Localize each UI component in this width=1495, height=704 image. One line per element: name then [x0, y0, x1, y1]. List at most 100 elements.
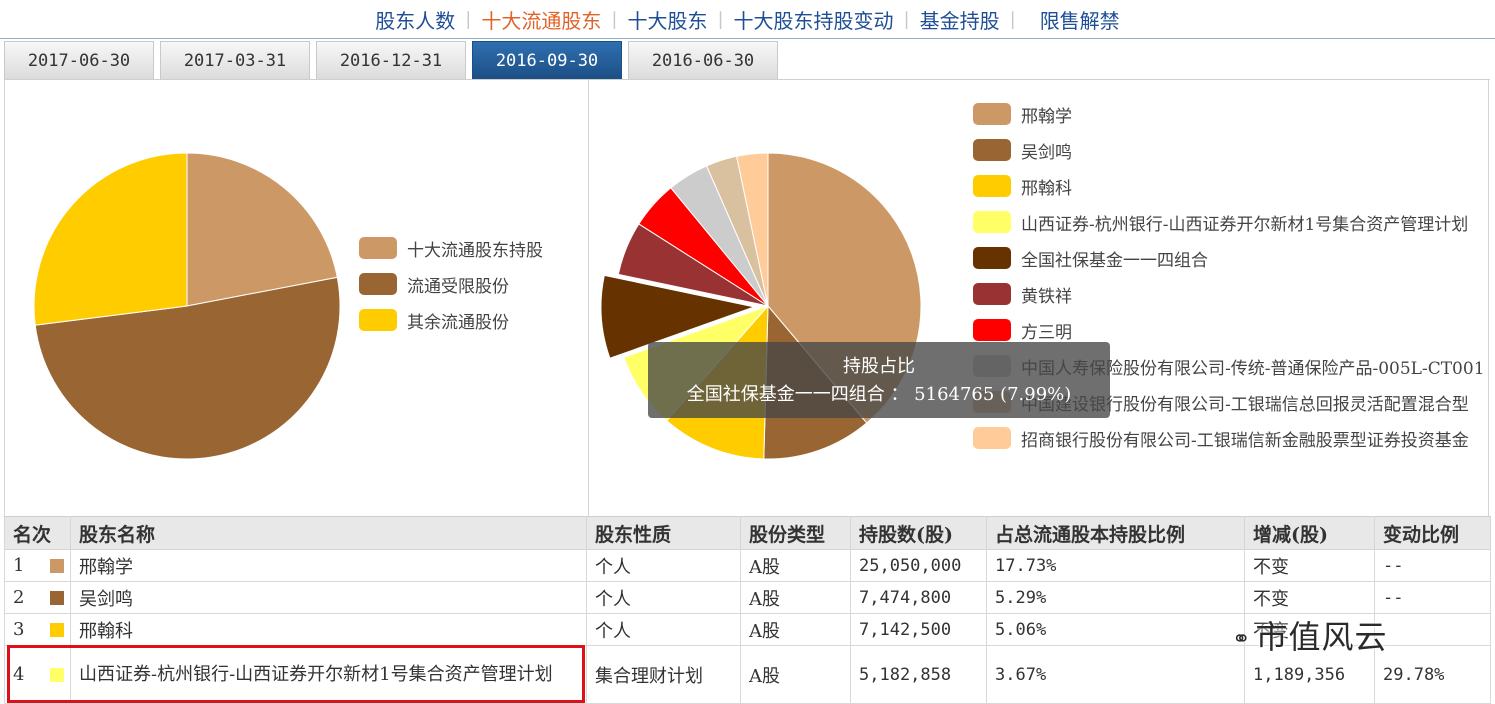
legend-item[interactable]: 其余流通股份 — [359, 302, 543, 338]
rank: 4 — [13, 664, 25, 685]
wechat-icon: ⚭ — [1232, 626, 1252, 652]
legend-swatch — [973, 283, 1011, 305]
ratio: 5.29% — [986, 581, 1245, 614]
legend-label: 十大流通股东持股 — [407, 240, 543, 261]
table-header-row: 名次 股东名称 股东性质 股份类型 持股数(股) 占总流通股本持股比例 增减(股… — [4, 516, 1491, 550]
tab-2016-06-30[interactable]: 2016-06-30 — [628, 41, 778, 79]
col-share-type: 股份类型 — [740, 516, 851, 550]
col-holder-nature: 股东性质 — [586, 516, 741, 550]
holder-name: 邢翰科 — [70, 613, 587, 646]
legend-swatch — [359, 273, 397, 295]
chart-tooltip: 持股占比 全国社保基金一一四组合 ： 5164765 (7.99%) — [648, 342, 1110, 418]
holder-name: 山西证券-杭州银行-山西证券开尔新材1号集合资产管理计划 — [70, 645, 587, 704]
legend-item[interactable]: 黄铁祥 — [973, 276, 1493, 312]
ratio: 17.73% — [986, 549, 1245, 582]
tab-2017-03-31[interactable]: 2017-03-31 — [160, 41, 310, 79]
holder-name: 吴剑鸣 — [70, 581, 587, 614]
legend-item[interactable]: 全国社保基金一一四组合 — [973, 240, 1493, 276]
legend-label: 招商银行股份有限公司-工银瑞信新金融股票型证券投资基金 — [1021, 430, 1469, 451]
pie-slice[interactable] — [33, 152, 188, 326]
color-marker — [50, 622, 65, 637]
nav-top10-float-holders[interactable]: 十大流通股东 — [471, 5, 611, 34]
legend-swatch — [973, 139, 1011, 161]
color-marker — [50, 667, 65, 682]
tab-2016-12-31[interactable]: 2016-12-31 — [316, 41, 466, 79]
rank: 2 — [13, 587, 25, 608]
panel-border — [1488, 80, 1489, 516]
left-legend: 十大流通股东持股 流通受限股份 其余流通股份 — [359, 230, 543, 338]
legend-swatch — [359, 237, 397, 259]
legend-label: 其余流通股份 — [407, 312, 509, 333]
top10-holders-pie-chart — [600, 152, 922, 460]
legend-label: 黄铁祥 — [1021, 286, 1072, 307]
change-pct — [1374, 613, 1491, 646]
legend-item[interactable]: 招商银行股份有限公司-工银瑞信新金融股票型证券投资基金 — [973, 420, 1493, 456]
legend-item[interactable]: 流通受限股份 — [359, 266, 543, 302]
holder-nature: 个人 — [586, 613, 741, 646]
legend-swatch — [973, 211, 1011, 233]
change: 不变 — [1244, 549, 1375, 582]
holder-nature: 个人 — [586, 549, 741, 582]
share-type: A股 — [740, 645, 851, 704]
legend-label: 山西证券-杭州银行-山西证券开尔新材1号集合资产管理计划 — [1021, 214, 1469, 235]
legend-label: 流通受限股份 — [407, 276, 509, 297]
table-row[interactable]: 1 邢翰学 个人 A股 25,050,000 17.73% 不变 -- — [4, 549, 1491, 582]
nav-lockup-release[interactable]: 限售解禁 — [1030, 5, 1130, 34]
legend-swatch — [973, 175, 1011, 197]
shares: 5,182,858 — [850, 645, 987, 704]
table-row[interactable]: 2 吴剑鸣 个人 A股 7,474,800 5.29% 不变 -- — [4, 581, 1491, 614]
watermark: ⚭ 市值风云 — [1232, 612, 1387, 658]
share-type: A股 — [740, 581, 851, 614]
shares: 25,050,000 — [850, 549, 987, 582]
ratio: 3.67% — [986, 645, 1245, 704]
col-change: 增减(股) — [1244, 516, 1375, 550]
share-type: A股 — [740, 549, 851, 582]
date-tabs: 2017-06-30 2017-03-31 2016-12-31 2016-09… — [4, 41, 784, 79]
nav-separator: | — [1009, 8, 1016, 30]
legend-label: 邢翰科 — [1021, 178, 1072, 199]
legend-swatch — [973, 103, 1011, 125]
color-marker — [50, 558, 65, 573]
nav-top10-holding-changes[interactable]: 十大股东持股变动 — [724, 5, 904, 34]
shares: 7,142,500 — [850, 613, 987, 646]
legend-swatch — [973, 319, 1011, 341]
share-type: A股 — [740, 613, 851, 646]
shares: 7,474,800 — [850, 581, 987, 614]
legend-label: 吴剑鸣 — [1021, 142, 1072, 163]
legend-label: 邢翰学 — [1021, 106, 1072, 127]
legend-swatch — [973, 247, 1011, 269]
legend-swatch — [359, 309, 397, 331]
rank: 3 — [13, 619, 25, 640]
watermark-text: 市值风云 — [1255, 618, 1388, 656]
nav-top10-holders[interactable]: 十大股东 — [617, 5, 717, 34]
change-pct: -- — [1374, 549, 1491, 582]
holder-nature: 个人 — [586, 581, 741, 614]
tab-2017-06-30[interactable]: 2017-06-30 — [4, 41, 154, 79]
col-change-pct: 变动比例 — [1374, 516, 1491, 550]
nav-fund-holdings[interactable]: 基金持股 — [910, 5, 1010, 34]
top10-holders-panel: 邢翰学 吴剑鸣 邢翰科 山西证券-杭州银行-山西证券开尔新材1号集合资产管理计划… — [588, 80, 1491, 516]
top10-holders-table: 名次 股东名称 股东性质 股份类型 持股数(股) 占总流通股本持股比例 增减(股… — [4, 516, 1491, 704]
ratio: 5.06% — [986, 613, 1245, 646]
top-nav: 股东人数 | 十大流通股东 | 十大股东 | 十大股东持股变动 | 基金持股 |… — [0, 0, 1495, 39]
legend-swatch — [973, 427, 1011, 449]
col-rank: 名次 — [4, 516, 71, 550]
tab-2016-09-30[interactable]: 2016-09-30 — [472, 41, 622, 79]
legend-item[interactable]: 山西证券-杭州银行-山西证券开尔新材1号集合资产管理计划 — [973, 204, 1493, 240]
nav-shareholder-count[interactable]: 股东人数 — [365, 5, 465, 34]
legend-label: 全国社保基金一一四组合 — [1021, 250, 1208, 271]
rank: 1 — [13, 555, 25, 576]
holder-name: 邢翰学 — [70, 549, 587, 582]
float-share-structure-panel: 十大流通股东持股 流通受限股份 其余流通股份 — [4, 80, 587, 516]
tooltip-text: 全国社保基金一一四组合 ： 5164765 (7.99%) — [686, 384, 1072, 405]
col-ratio: 占总流通股本持股比例 — [986, 516, 1245, 550]
legend-item[interactable]: 邢翰科 — [973, 168, 1493, 204]
col-shares: 持股数(股) — [850, 516, 987, 550]
change: 不变 — [1244, 581, 1375, 614]
legend-item[interactable]: 吴剑鸣 — [973, 132, 1493, 168]
color-marker — [50, 590, 65, 605]
change-pct: -- — [1374, 581, 1491, 614]
legend-item[interactable]: 邢翰学 — [973, 96, 1493, 132]
col-holder-name: 股东名称 — [70, 516, 587, 550]
legend-item[interactable]: 十大流通股东持股 — [359, 230, 543, 266]
